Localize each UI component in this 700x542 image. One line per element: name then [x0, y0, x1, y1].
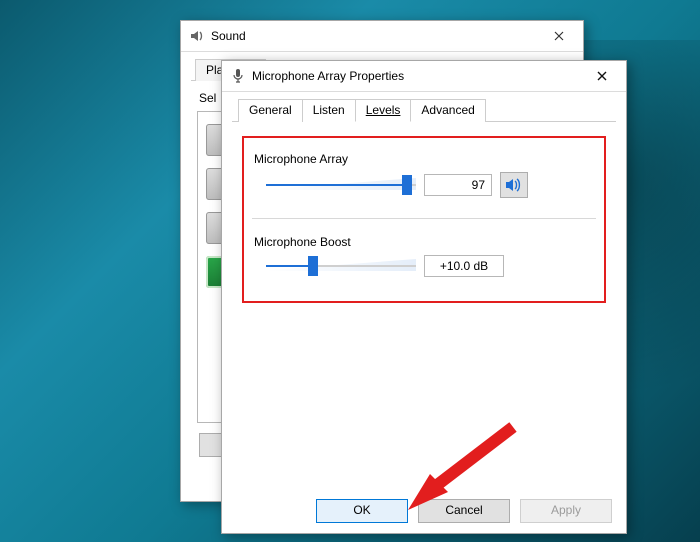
mic-array-slider-thumb[interactable]	[402, 175, 412, 195]
sound-title: Sound	[211, 29, 539, 43]
mic-array-value[interactable]: 97	[424, 174, 492, 196]
mic-array-label: Microphone Array	[254, 152, 596, 166]
mic-properties-window: Microphone Array Properties General List…	[221, 60, 627, 534]
sound-close-button[interactable]	[539, 22, 579, 50]
mute-button[interactable]	[500, 172, 528, 198]
mic-array-slider[interactable]	[266, 175, 416, 195]
prop-tab-general[interactable]: General	[238, 99, 303, 122]
prop-title: Microphone Array Properties	[252, 69, 582, 83]
prop-tabstrip: General Listen Levels Advanced	[232, 98, 616, 122]
cancel-button[interactable]: Cancel	[418, 499, 510, 523]
apply-button: Apply	[520, 499, 612, 523]
speaker-icon	[505, 177, 523, 193]
mic-boost-slider[interactable]	[266, 256, 416, 276]
microphone-icon	[230, 68, 246, 84]
mic-boost-group: Microphone Boost +10.0 dB	[252, 227, 596, 287]
prop-titlebar[interactable]: Microphone Array Properties	[222, 61, 626, 92]
desktop-background: Sound Playback Recording Sel Configure	[0, 0, 700, 542]
prop-button-row: OK Cancel Apply	[222, 499, 626, 523]
sound-titlebar[interactable]: Sound	[181, 21, 583, 52]
prop-close-button[interactable]	[582, 62, 622, 90]
mic-array-group: Microphone Array 97	[252, 144, 596, 208]
prop-tab-listen[interactable]: Listen	[302, 99, 356, 122]
mic-boost-slider-thumb[interactable]	[308, 256, 318, 276]
divider	[252, 218, 596, 219]
sound-app-icon	[189, 28, 205, 44]
mic-boost-value[interactable]: +10.0 dB	[424, 255, 504, 277]
prop-tab-advanced[interactable]: Advanced	[410, 99, 485, 122]
ok-button[interactable]: OK	[316, 499, 408, 523]
levels-panel: Microphone Array 97	[232, 122, 616, 303]
prop-tab-levels[interactable]: Levels	[355, 99, 412, 122]
mic-boost-label: Microphone Boost	[254, 235, 596, 249]
annotation-highlight: Microphone Array 97	[242, 136, 606, 303]
